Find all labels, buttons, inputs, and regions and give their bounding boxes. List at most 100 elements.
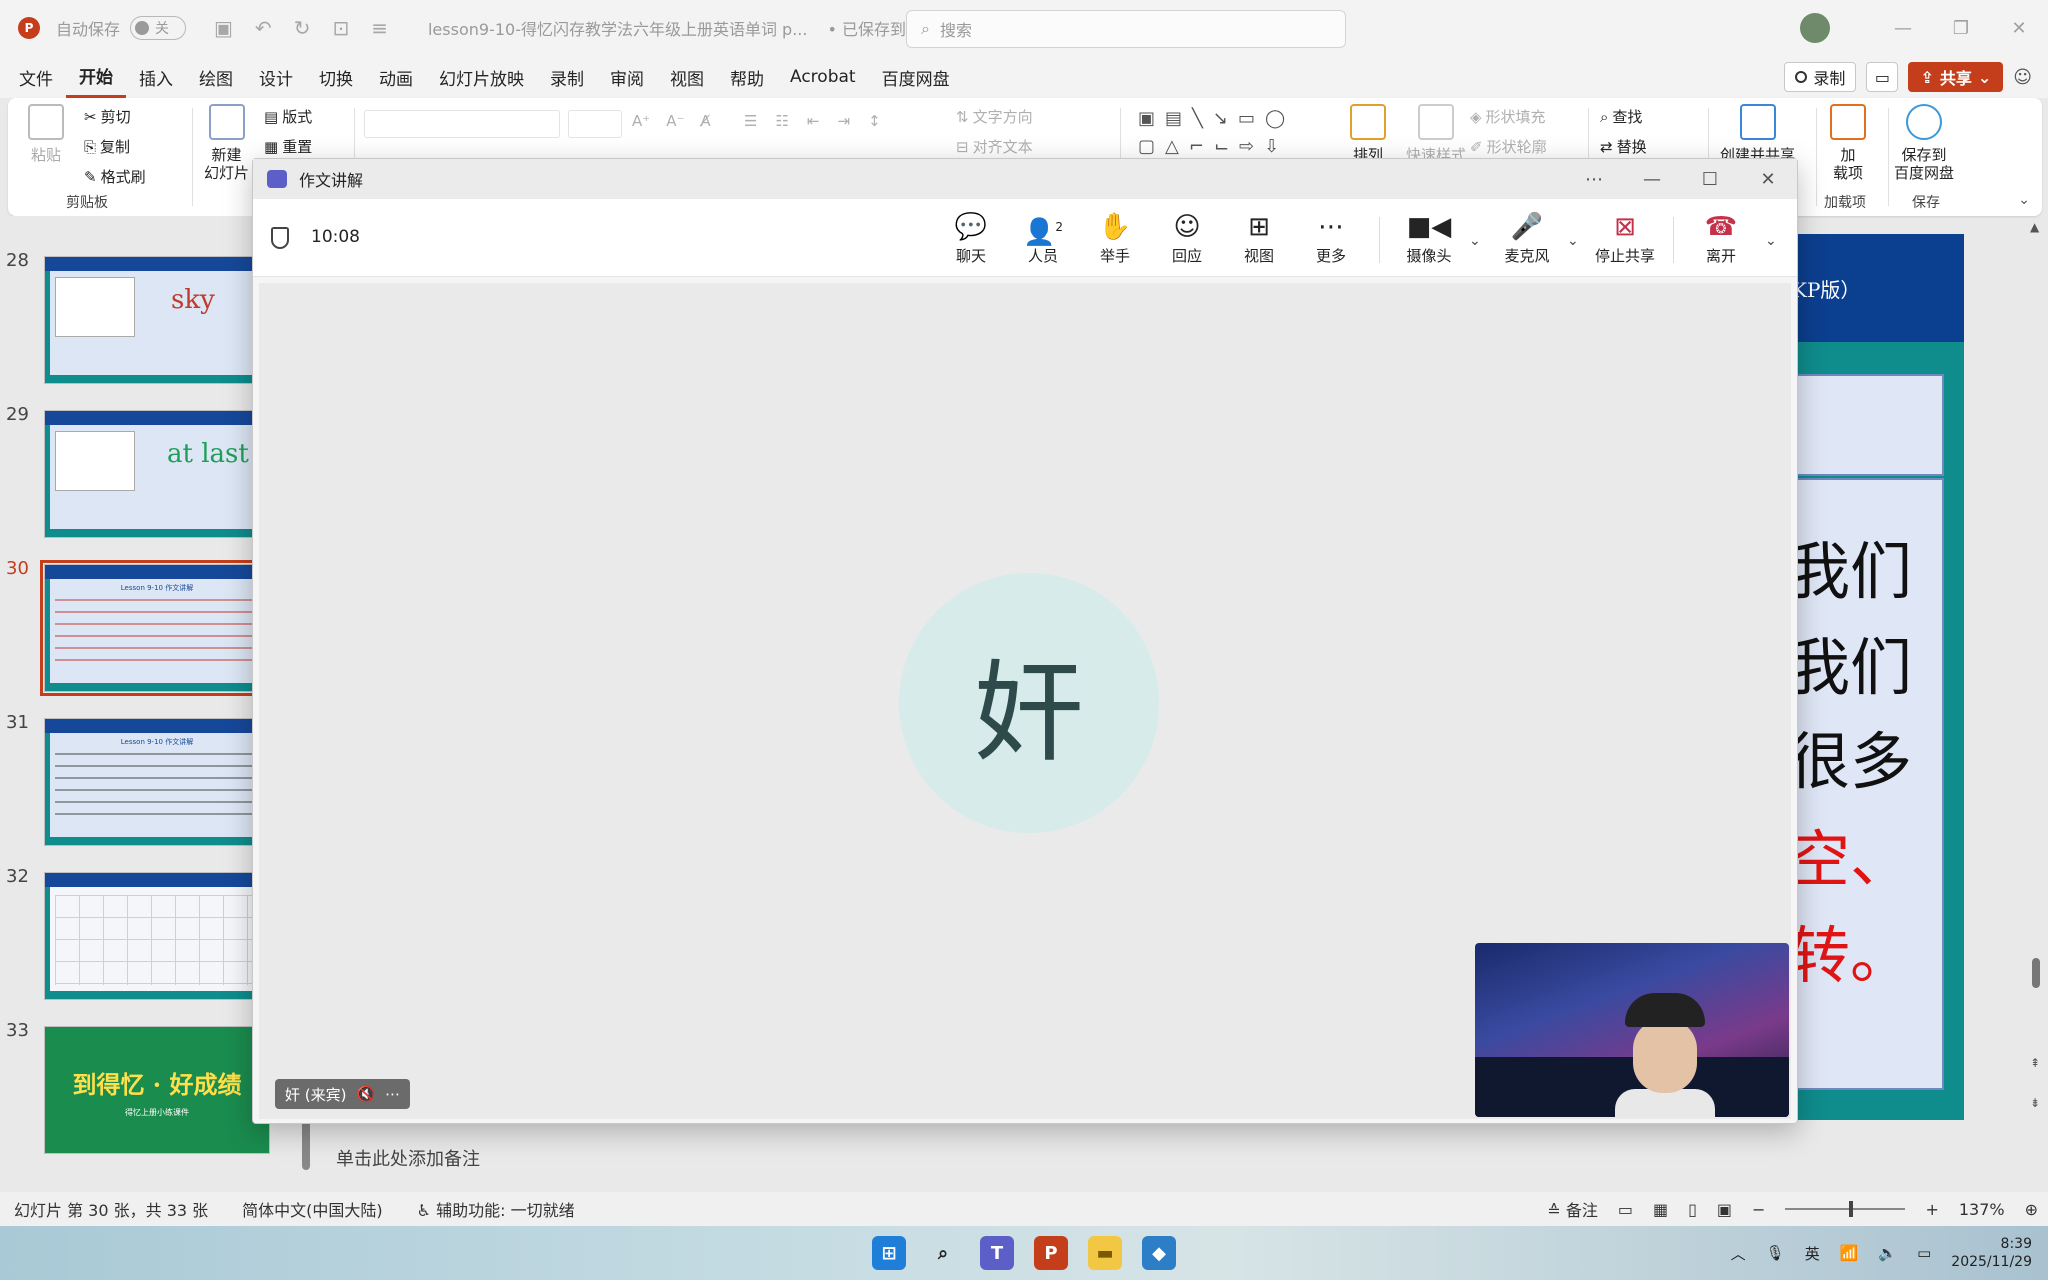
create-share-button[interactable]: 创建并共享 [1720,104,1795,164]
shape-fill-button[interactable]: ◈ 形状填充 [1470,106,1546,127]
close-icon[interactable]: ✕ [1739,169,1797,190]
close-icon[interactable]: ✕ [1990,18,2048,39]
autosave-toggle[interactable]: 关 [130,16,187,40]
mic-options-chevron-icon[interactable]: ⌄ [1567,233,1579,249]
arrange-button[interactable]: 排列 [1350,104,1386,164]
reset-button[interactable]: ▦ 重置 [264,136,312,157]
font-size-select[interactable] [568,110,622,138]
save-icon[interactable]: ▣ [214,16,233,40]
more-button[interactable]: ⋯ 更多 [1295,211,1367,266]
view-button[interactable]: ⊞ 视图 [1223,211,1295,266]
zoom-out-icon[interactable]: − [1752,1200,1765,1219]
right-arrow-icon[interactable]: ⇨ [1239,136,1254,157]
clear-format-icon[interactable]: A̸ [700,112,710,130]
save-baidu-button[interactable]: 保存到 百度网盘 [1894,104,1954,182]
react-button[interactable]: ☺ 回应 [1151,211,1223,266]
sorter-view-icon[interactable]: ▦ [1653,1200,1668,1219]
font-family-select[interactable] [364,110,560,138]
teams-icon[interactable]: T [980,1236,1014,1270]
vertical-scrollbar[interactable]: ▲ ⇞ ⇟ [2024,216,2048,1122]
tab-help[interactable]: 帮助 [717,56,777,98]
leave-options-chevron-icon[interactable]: ⌄ [1765,233,1777,249]
comments-button[interactable]: ▭ [1866,62,1899,92]
accessibility-status[interactable]: ♿ 辅助功能: 一切就绪 [417,1197,575,1221]
outdent-icon[interactable]: ⇤ [807,112,820,130]
ribbon-collapse-icon[interactable]: ⌄ [2018,192,2030,208]
format-painter-button[interactable]: ✎ 格式刷 [84,166,146,187]
addins-button[interactable]: 加 载项 [1830,104,1866,182]
notes-pane[interactable]: 单击此处添加备注 [300,1140,2048,1180]
cut-button[interactable]: ✂ 剪切 [84,106,131,127]
app-icon[interactable]: ◆ [1142,1236,1176,1270]
shapes-gallery-row2[interactable]: ▢ △ ⌐ ⌙ ⇨ ⇩ [1138,136,1279,157]
participant-avatar[interactable]: 奸 [899,573,1159,833]
numbering-icon[interactable]: ☷ [775,112,788,130]
microphone-icon[interactable]: 🎙 [1766,1244,1785,1262]
shapes-gallery[interactable]: ▣ ▤ ╲ ↘ ▭ ◯ [1138,108,1285,129]
powerpoint-icon[interactable]: P [1034,1236,1068,1270]
tab-file[interactable]: 文件 [6,56,66,98]
zoom-slider-knob[interactable] [1849,1201,1854,1217]
camera-button[interactable]: ■◀ 摄像头 [1393,211,1465,266]
volume-icon[interactable]: 🔈 [1878,1244,1897,1262]
align-text-button[interactable]: ⊟ 对齐文本 [956,136,1033,157]
rectangle-icon[interactable]: ▭ [1238,108,1255,129]
quick-styles-button[interactable]: 快速样式 [1406,104,1466,164]
zoom-level[interactable]: 137% [1959,1200,2005,1219]
chat-button[interactable]: 💬 聊天 [935,211,1007,266]
start-icon[interactable]: ⊞ [872,1236,906,1270]
tab-record[interactable]: 录制 [537,56,597,98]
font-shrink-icon[interactable]: A⁻ [666,112,684,130]
normal-view-icon[interactable]: ▭ [1618,1200,1633,1219]
file-explorer-icon[interactable]: ▬ [1088,1236,1122,1270]
tab-design[interactable]: 设计 [246,56,306,98]
more-options-icon[interactable]: ⋯ [1565,169,1623,190]
slide-thumbnail-29[interactable]: at last [44,410,270,538]
redo-icon[interactable]: ↻ [294,16,311,40]
present-icon[interactable]: ⊡ [332,16,349,40]
slide-thumbnail-32[interactable] [44,872,270,1000]
new-slide-button[interactable]: 新建 幻灯片 [204,104,249,182]
font-grow-icon[interactable]: A⁺ [632,112,650,130]
replace-button[interactable]: ⇄ 替换 [1600,136,1647,157]
customize-qat-icon[interactable]: ≡ [371,16,388,40]
raise-hand-button[interactable]: ✋ 举手 [1079,211,1151,266]
self-video-preview[interactable] [1475,943,1789,1117]
wifi-icon[interactable]: 📶 [1840,1244,1859,1262]
arrow-icon[interactable]: ↘ [1213,108,1228,129]
elbow-icon[interactable]: ⌙ [1214,136,1229,157]
next-slide-icon[interactable]: ⇟ [2030,1096,2040,1110]
slide-thumbnail-33[interactable]: 到得忆 · 好成绩 得忆上册小练课件 [44,1026,270,1154]
people-button[interactable]: 👤2 人员 [1007,211,1079,266]
tab-draw[interactable]: 绘图 [186,56,246,98]
fit-slide-icon[interactable]: ⊕ [2025,1200,2038,1219]
down-arrow-icon[interactable]: ⇩ [1264,136,1279,157]
notes-toggle[interactable]: ≙ 备注 [1547,1197,1598,1221]
tab-slideshow[interactable]: 幻灯片放映 [426,56,537,98]
reading-view-icon[interactable]: ▯ [1688,1200,1697,1219]
microphone-button[interactable]: 🎤 麦克风 [1491,211,1563,266]
line-spacing-icon[interactable]: ↕ [868,112,881,130]
search-input[interactable]: ⌕ 搜索 [906,10,1346,48]
connector-icon[interactable]: ⌐ [1189,136,1204,157]
tab-acrobat[interactable]: Acrobat [777,56,869,98]
maximize-icon[interactable]: ☐ [1681,169,1739,190]
zoom-slider[interactable] [1785,1201,1906,1217]
find-button[interactable]: ⌕ 查找 [1600,106,1642,127]
indent-icon[interactable]: ⇥ [837,112,850,130]
tab-review[interactable]: 审阅 [597,56,657,98]
share-button[interactable]: ⇪ 共享 ⌄ [1908,62,2004,92]
slideshow-icon[interactable]: ▣ [1717,1200,1732,1219]
shape-outline-button[interactable]: ✐ 形状轮廓 [1470,136,1547,157]
ime-indicator[interactable]: 英 [1805,1243,1820,1264]
stop-sharing-button[interactable]: ⊠ 停止共享 [1589,211,1661,266]
slide-thumbnail-30[interactable]: Lesson 9-10 作文讲解 [40,560,274,696]
paste-button[interactable]: 粘贴 [28,104,64,164]
feedback-icon[interactable]: ☺ [2013,67,2032,88]
vertical-textbox-icon[interactable]: ▤ [1165,108,1182,129]
textbox-icon[interactable]: ▣ [1138,108,1155,129]
battery-icon[interactable]: ▭ [1917,1244,1931,1262]
slide-thumbnail-31[interactable]: Lesson 9-10 作文讲解 [44,718,270,846]
tray-overflow-icon[interactable]: ︿ [1731,1243,1746,1264]
prev-slide-icon[interactable]: ⇞ [2030,1056,2040,1070]
